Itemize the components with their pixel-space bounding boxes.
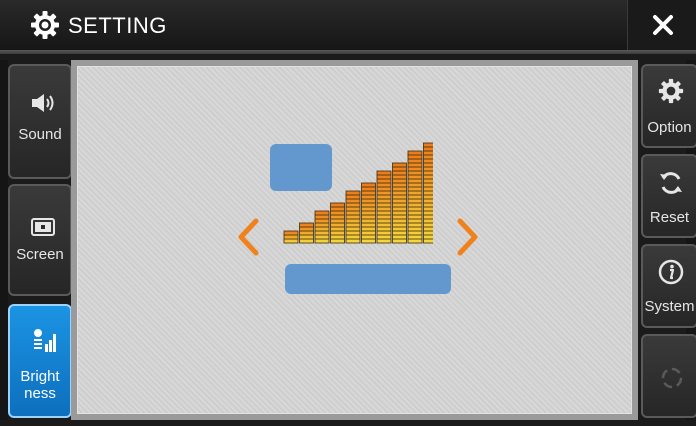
close-button[interactable]	[627, 0, 696, 50]
tab-brightness-label-line1: Bright	[20, 368, 60, 385]
level-bar	[423, 142, 433, 244]
level-bar	[392, 162, 407, 244]
brightness-level-meter	[283, 142, 433, 244]
system-button[interactable]: System	[641, 244, 696, 328]
reset-button-label: Reset	[649, 209, 690, 226]
level-bar	[345, 190, 361, 244]
chevron-right-icon[interactable]	[456, 217, 480, 257]
level-bar	[376, 170, 392, 244]
level-bar	[314, 210, 330, 244]
speaker-icon	[32, 94, 54, 112]
brightness-icon	[34, 329, 56, 352]
level-bar	[330, 202, 345, 244]
brightness-panel-frame	[71, 60, 638, 420]
brightness-label-box	[285, 264, 451, 294]
option-button[interactable]: Option	[641, 64, 696, 148]
loading-button	[641, 334, 696, 418]
info-icon	[658, 259, 684, 285]
header-bar: SETTING	[0, 0, 696, 52]
level-bar	[407, 150, 423, 244]
refresh-icon	[660, 172, 682, 194]
header-divider	[0, 50, 696, 54]
gear-icon	[658, 78, 684, 104]
tab-screen[interactable]: Screen	[8, 184, 72, 296]
tab-brightness[interactable]: Bright ness	[8, 304, 72, 418]
tab-brightness-label-line2: ness	[24, 385, 56, 402]
screen-icon	[31, 218, 55, 236]
tab-screen-label: Screen	[16, 246, 64, 263]
reset-button[interactable]: Reset	[641, 154, 696, 238]
close-icon	[653, 15, 673, 35]
level-bar	[283, 230, 299, 244]
option-button-label: Option	[647, 119, 692, 136]
system-button-label: System	[644, 298, 695, 315]
loading-icon	[661, 367, 683, 389]
brightness-panel	[77, 66, 632, 414]
left-edge	[0, 60, 8, 420]
chevron-left-icon[interactable]	[236, 217, 260, 257]
level-bar	[299, 222, 314, 244]
gear-icon	[31, 11, 59, 39]
tab-sound-label: Sound	[18, 126, 62, 143]
page-title: SETTING	[68, 13, 167, 38]
tab-sound[interactable]: Sound	[8, 64, 72, 179]
level-bar	[361, 182, 376, 244]
